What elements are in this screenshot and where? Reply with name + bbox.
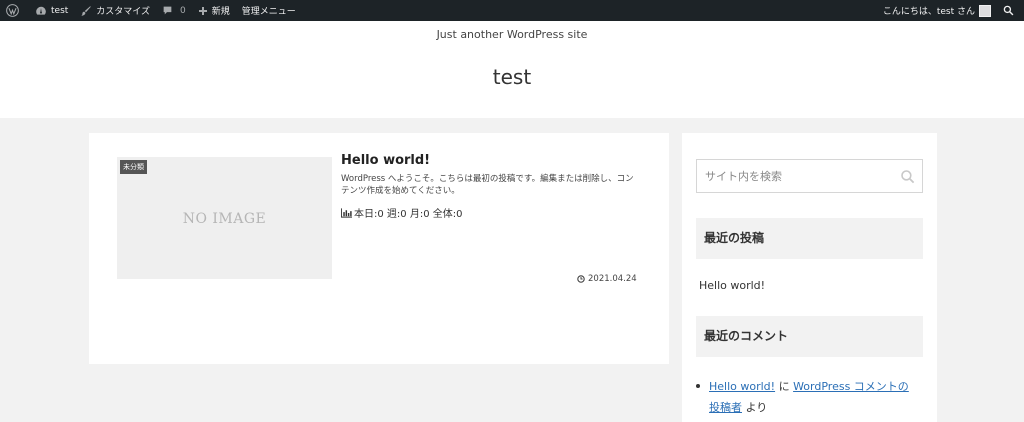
- sidebar-search: [696, 159, 923, 193]
- dashboard-gauge-icon: [36, 6, 46, 15]
- site-title[interactable]: test: [0, 65, 1024, 89]
- no-image-placeholder: NO IMAGE: [182, 211, 267, 227]
- admin-bar: test カスタマイズ 0 新規 管理メニュー こんにちは、test さん: [0, 0, 1024, 21]
- admin-menu-link[interactable]: 管理メニュー: [236, 0, 302, 21]
- recent-posts-heading: 最近の投稿: [696, 218, 923, 259]
- my-account-menu[interactable]: こんにちは、test さん: [877, 0, 997, 21]
- post-date: 2021.04.24: [577, 274, 637, 284]
- greeting-label: こんにちは、test さん: [882, 7, 975, 17]
- view-counts: 本日:0 週:0 月:0 全体:0: [354, 209, 463, 220]
- recent-comments-heading: 最近のコメント: [696, 316, 923, 357]
- recent-post-link[interactable]: Hello world!: [699, 279, 765, 292]
- wordpress-logo-icon: [6, 4, 19, 17]
- post-date-value: 2021.04.24: [588, 274, 637, 284]
- customize-label: カスタマイズ: [96, 7, 151, 17]
- post-card: NO IMAGE 未分類 Hello world! WordPress へようこ…: [89, 133, 669, 364]
- plus-icon: [198, 6, 207, 15]
- new-content-menu[interactable]: 新規: [192, 0, 236, 21]
- search-input[interactable]: [697, 160, 887, 192]
- search-icon: [901, 170, 915, 184]
- recent-comment-item: Hello world! に WordPress コメントの投稿者 より: [696, 376, 919, 418]
- admin-bar-left: test カスタマイズ 0 新規 管理メニュー: [0, 0, 302, 21]
- admin-menu-label: 管理メニュー: [241, 7, 296, 17]
- wordpress-logo-button[interactable]: [0, 0, 29, 21]
- site-name-label: test: [51, 5, 69, 16]
- comments-count: 0: [180, 5, 186, 16]
- search-submit-button[interactable]: [900, 169, 916, 185]
- post-excerpt: WordPress へようこそ。こちらは最初の投稿です。編集または削除し、コンテ…: [341, 174, 634, 196]
- category-badge: 未分類: [120, 160, 147, 174]
- comments-menu[interactable]: 0: [156, 0, 192, 21]
- clock-icon: [577, 275, 585, 283]
- post-title[interactable]: Hello world!: [341, 153, 430, 168]
- comment-suffix: より: [742, 401, 768, 414]
- site-tagline: Just another WordPress site: [436, 28, 588, 41]
- paintbrush-icon: [81, 5, 92, 16]
- comment-connector: に: [775, 380, 794, 393]
- view-counter: 本日:0 週:0 月:0 全体:0: [341, 205, 462, 220]
- customize-menu[interactable]: カスタマイズ: [74, 0, 156, 21]
- admin-search-button[interactable]: [997, 0, 1024, 21]
- site-header: Just another WordPress site test: [0, 21, 1024, 118]
- search-icon: [1003, 5, 1014, 16]
- bar-chart-icon: [341, 207, 352, 218]
- new-label: 新規: [211, 7, 230, 17]
- comment-post-link[interactable]: Hello world!: [709, 380, 775, 393]
- post-thumbnail[interactable]: NO IMAGE 未分類: [117, 157, 332, 279]
- site-name-menu[interactable]: test: [29, 0, 74, 21]
- comment-bubble-icon: [163, 6, 172, 15]
- admin-bar-right: こんにちは、test さん: [877, 0, 1024, 21]
- avatar: [979, 4, 991, 17]
- sidebar: 最近の投稿 Hello world! 最近のコメント Hello world! …: [682, 133, 937, 422]
